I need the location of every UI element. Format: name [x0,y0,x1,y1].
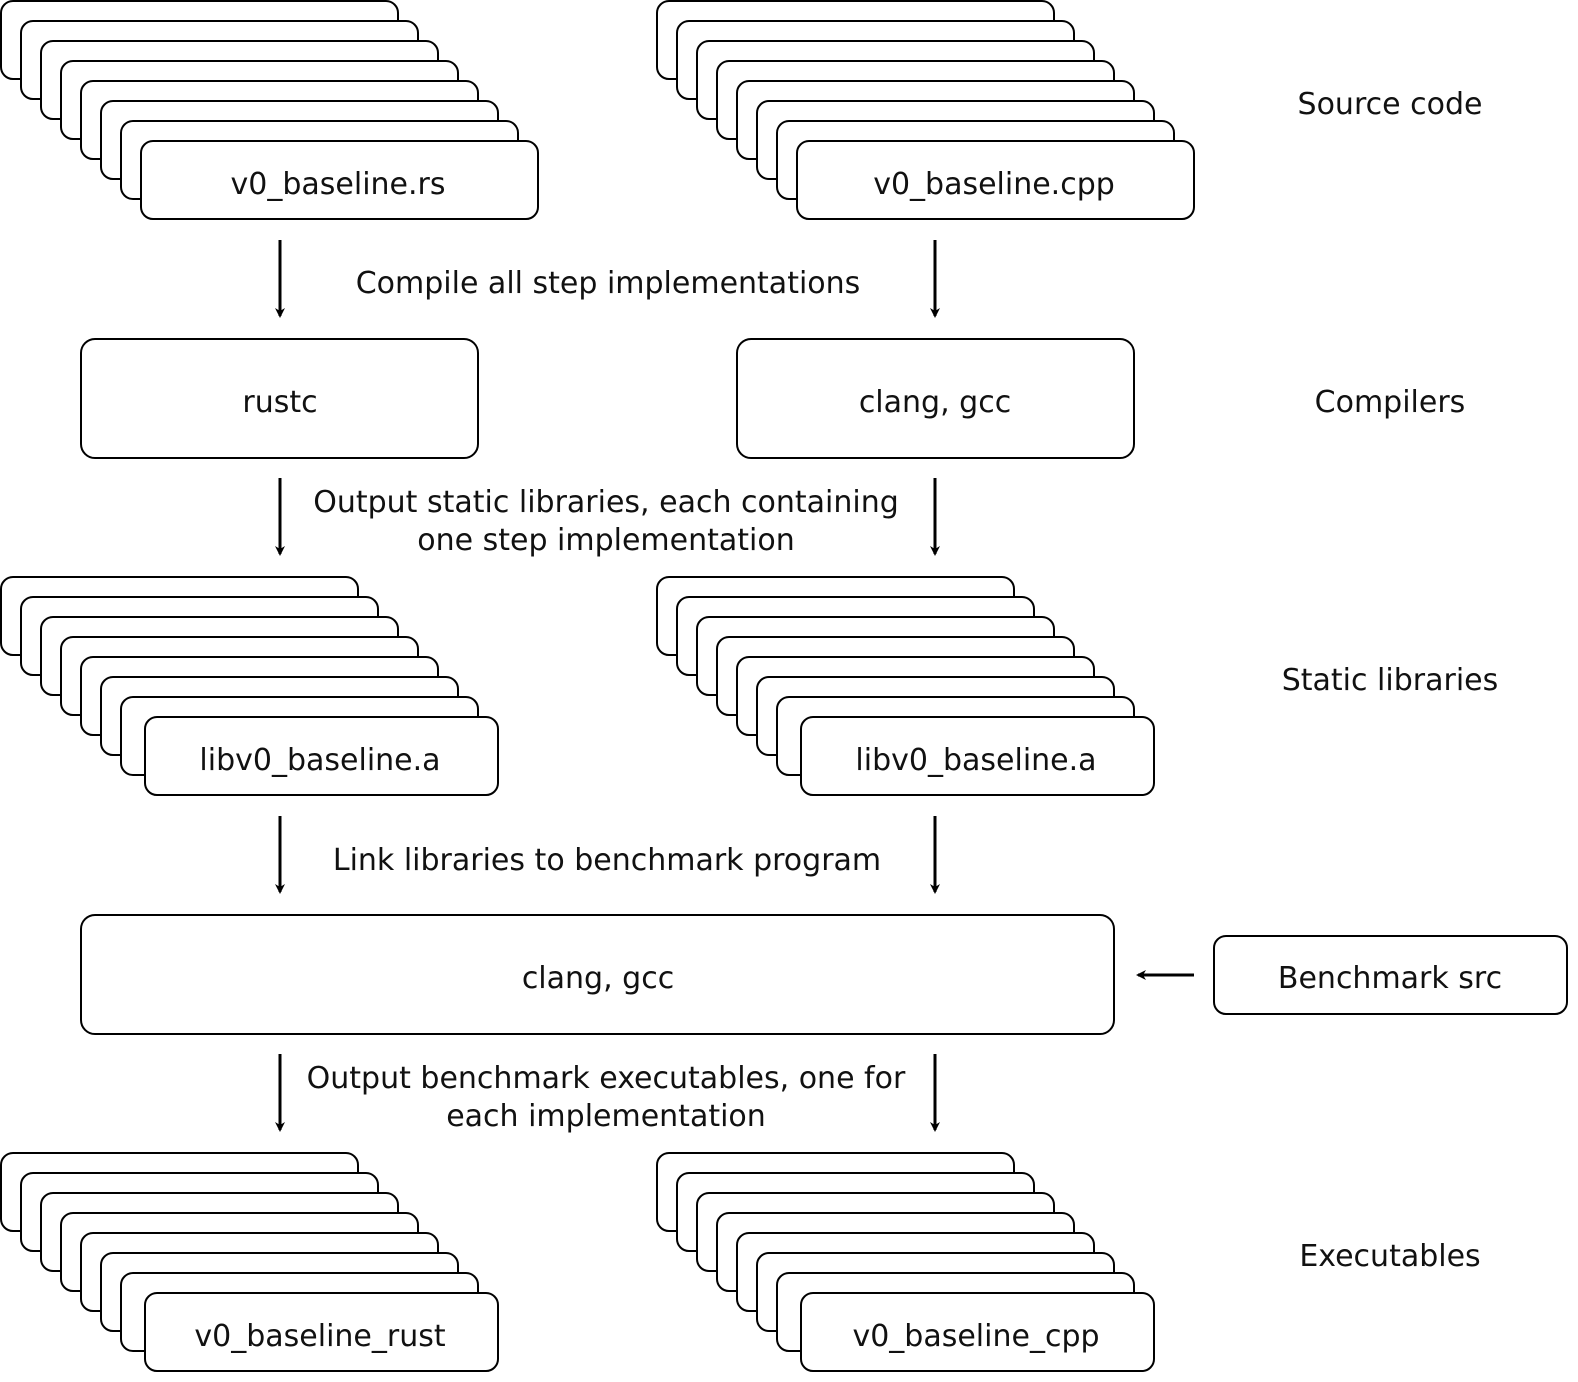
step-output-exe-label-1: Output benchmark executables, one for [307,1061,906,1096]
stage-compilers-label: Compilers [1315,385,1466,420]
step-output-libs-label-2: one step implementation [417,523,795,558]
step-compile-label: Compile all step implementations [356,266,861,301]
step-output-exe-label-2: each implementation [446,1099,766,1134]
cpp-source-file-label: v0_baseline.cpp [873,167,1115,202]
benchmark-src-label: Benchmark src [1278,961,1502,996]
rustc-compiler-label: rustc [242,385,317,420]
stage-static-libraries-label: Static libraries [1282,663,1499,698]
cpp-compiler-label: clang, gcc [859,385,1011,420]
rust-library-label: libv0_baseline.a [199,743,440,778]
build-pipeline-diagram: v0_baseline.rs v0_baseline.cpp libv0_bas… [0,0,1568,1372]
cpp-library-label: libv0_baseline.a [855,743,1096,778]
step-output-libs-label-1: Output static libraries, each containing [313,485,899,520]
step-link-label: Link libraries to benchmark program [333,843,881,878]
cpp-executable-label: v0_baseline_cpp [852,1319,1099,1354]
rust-executable-label: v0_baseline_rust [194,1319,445,1354]
stage-executables-label: Executables [1299,1239,1480,1274]
stage-source-label: Source code [1298,87,1483,122]
linker-label: clang, gcc [522,961,674,996]
rust-source-file-label: v0_baseline.rs [231,167,446,202]
